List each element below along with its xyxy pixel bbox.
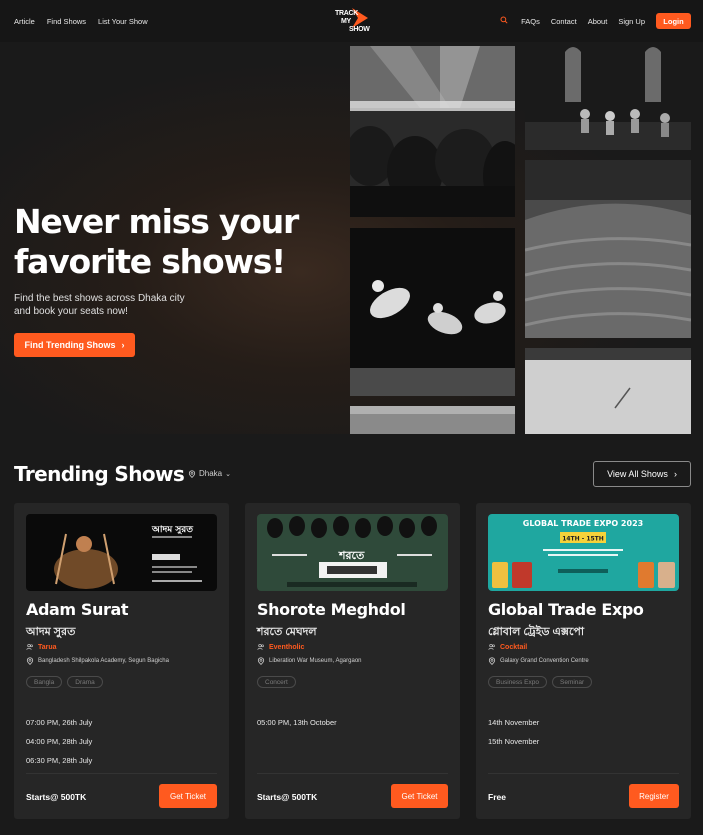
poster-title-text: শরতে — [338, 549, 365, 562]
show-poster: শরতে — [257, 514, 448, 591]
location-pin-icon — [188, 469, 196, 478]
hero-photo-auditorium — [525, 160, 691, 338]
hero-section: Never miss your favorite shows! Find the… — [0, 42, 703, 434]
trending-title: Trending Shows — [14, 462, 185, 486]
show-title[interactable]: Global Trade Expo — [488, 600, 644, 619]
logo-word-my: MY — [341, 18, 351, 25]
venue: Liberation War Museum, Agargaon — [257, 657, 362, 665]
venue: Bangladesh Shilpakola Academy, Segun Bag… — [26, 657, 169, 665]
hero-photo-orchestra — [525, 42, 691, 150]
nav-link-sign-up[interactable]: Sign Up — [618, 17, 645, 26]
poster-title-text: আদম সুরত — [151, 525, 194, 536]
hero-subtitle-line2: and book your seats now! — [14, 306, 128, 317]
logo-word-track: TRACK — [335, 10, 358, 17]
show-title-bangla: আদম সুরত — [26, 626, 76, 638]
organizer[interactable]: Tarua — [26, 643, 57, 651]
show-poster: আদম সুরত — [26, 514, 217, 591]
find-trending-shows-label: Find Trending Shows — [24, 340, 116, 350]
organizer[interactable]: Cocktail — [488, 643, 527, 651]
showtime: 15th November — [488, 737, 540, 746]
search-icon[interactable] — [500, 16, 510, 26]
hero-title: Never miss your favorite shows! — [14, 202, 334, 282]
tag-list: Concert — [257, 676, 296, 688]
hero-subtitle: Find the best shows across Dhaka city an… — [14, 292, 214, 318]
hero-photo-concert — [350, 46, 515, 217]
hero-photo-stage-light — [525, 348, 691, 434]
nav-link-list-your-show[interactable]: List Your Show — [98, 17, 148, 26]
show-card-shorote-meghdol[interactable]: শরতে Shorote Meghdol শরতে মেঘদল Eventhol… — [245, 503, 460, 819]
nav-link-article[interactable]: Article — [14, 17, 35, 26]
show-title[interactable]: Shorote Meghdol — [257, 600, 406, 619]
tag[interactable]: Business Expo — [488, 676, 547, 688]
register-button[interactable]: Register — [629, 784, 679, 808]
users-icon — [488, 643, 496, 651]
showtimes: 05:00 PM, 13th October — [257, 718, 337, 737]
divider — [257, 773, 448, 774]
divider — [26, 773, 217, 774]
organizer-name: Tarua — [38, 643, 57, 651]
tag-list: Business Expo Seminar — [488, 676, 593, 688]
venue-name: Liberation War Museum, Agargaon — [269, 658, 362, 664]
login-button[interactable]: Login — [656, 13, 691, 29]
show-title-bangla: গ্লোবাল ট্রেইড এক্সপো — [488, 626, 585, 638]
venue-name: Bangladesh Shilpakola Academy, Segun Bag… — [38, 658, 169, 664]
showtimes: 14th November 15th November — [488, 718, 539, 756]
chevron-down-icon: ⌄ — [225, 470, 231, 478]
hero-photo-dancers — [350, 228, 515, 396]
divider — [488, 773, 679, 774]
nav-left: Article Find Shows List Your Show — [14, 17, 160, 26]
nav-link-contact[interactable]: Contact — [551, 17, 577, 26]
showtimes: 07:00 PM, 26th July 04:00 PM, 28th July … — [26, 718, 92, 775]
show-title[interactable]: Adam Surat — [26, 600, 129, 619]
organizer[interactable]: Eventholic — [257, 643, 304, 651]
tag-list: Bangla Drama — [26, 676, 103, 688]
show-card-global-trade-expo[interactable]: GLOBAL TRADE EXPO 2023 14TH - 15TH Globa… — [476, 503, 691, 819]
city-selector[interactable]: Dhaka ⌄ — [188, 469, 231, 478]
get-ticket-button[interactable]: Get Ticket — [159, 784, 217, 808]
nav-link-find-shows[interactable]: Find Shows — [47, 17, 86, 26]
showtime: 14th November — [488, 718, 540, 727]
tag[interactable]: Concert — [257, 676, 296, 688]
hero-title-line2: favorite shows! — [14, 242, 286, 281]
location-pin-icon — [257, 657, 265, 665]
showtime: 07:00 PM, 26th July — [26, 718, 93, 727]
logo[interactable]: TRACK MY SHOW — [334, 6, 370, 36]
poster-title-text: GLOBAL TRADE EXPO 2023 — [523, 519, 643, 528]
organizer-name: Cocktail — [500, 643, 528, 651]
organizer-name: Eventholic — [269, 643, 305, 651]
hero-title-line1: Never miss your — [14, 202, 299, 241]
chevron-right-icon: › — [673, 469, 677, 479]
city-label: Dhaka — [199, 469, 223, 478]
price: Starts@ 500TK — [257, 792, 318, 802]
users-icon — [257, 643, 265, 651]
location-pin-icon — [26, 657, 34, 665]
view-all-shows-button[interactable]: View All Shows › — [593, 461, 691, 487]
logo-word-show: SHOW — [349, 26, 370, 33]
venue: Galaxy Grand Convention Centre — [488, 657, 589, 665]
price: Free — [488, 792, 506, 802]
tag[interactable]: Seminar — [552, 676, 593, 688]
tag[interactable]: Bangla — [26, 676, 63, 688]
view-all-shows-label: View All Shows — [607, 469, 668, 479]
showtime: 05:00 PM, 13th October — [257, 718, 337, 727]
users-icon — [26, 643, 34, 651]
showtime: 04:00 PM, 28th July — [26, 737, 93, 746]
get-ticket-button[interactable]: Get Ticket — [391, 784, 448, 808]
chevron-right-icon: › — [121, 340, 125, 350]
location-pin-icon — [488, 657, 496, 665]
tag[interactable]: Drama — [67, 676, 103, 688]
nav-link-faqs[interactable]: FAQs — [521, 17, 540, 26]
hero-subtitle-line1: Find the best shows across Dhaka city — [14, 293, 185, 304]
show-poster: GLOBAL TRADE EXPO 2023 14TH - 15TH — [488, 514, 679, 591]
nav-link-about[interactable]: About — [588, 17, 608, 26]
hero-photo-stage-bottom — [350, 406, 515, 434]
price: Starts@ 500TK — [26, 792, 87, 802]
nav-right: FAQs Contact About Sign Up Login — [500, 13, 691, 29]
find-trending-shows-button[interactable]: Find Trending Shows › — [14, 333, 135, 357]
venue-name: Galaxy Grand Convention Centre — [500, 658, 589, 664]
poster-date-text: 14TH - 15TH — [562, 536, 604, 543]
show-title-bangla: শরতে মেঘদল — [257, 626, 317, 638]
show-card-adam-surat[interactable]: আদম সুরত Adam Surat আদম সুরত Tarua Bangl… — [14, 503, 229, 819]
